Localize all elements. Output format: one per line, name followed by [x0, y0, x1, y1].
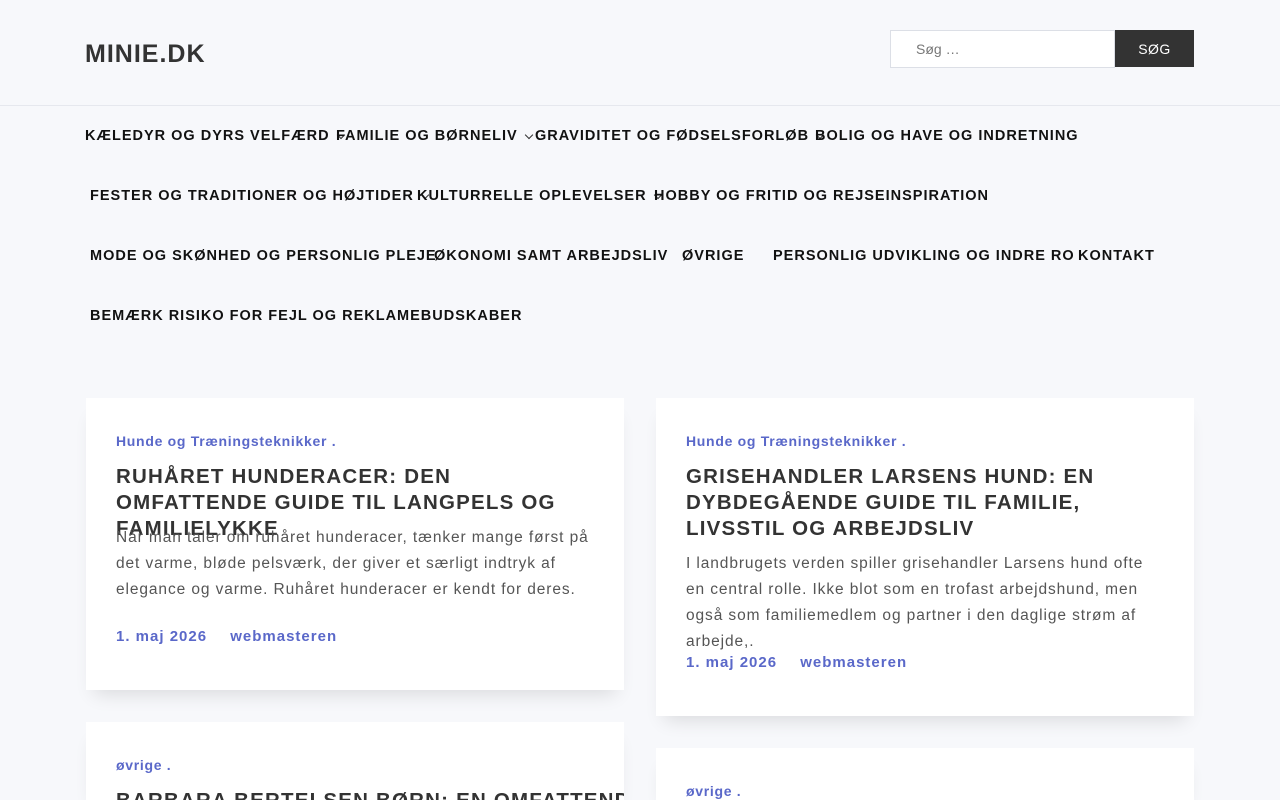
post-excerpt: I landbrugets verden spiller grisehandle…	[686, 555, 1144, 650]
post-meta: 1. maj 2026 webmasteren	[686, 654, 925, 671]
post-meta: 1. maj 2026 webmasteren	[116, 628, 355, 645]
nav-item-mode[interactable]: MODE OG SKØNHED OG PERSONLIG PLEJE	[90, 248, 437, 264]
post-category-link[interactable]: Hunde og Træningsteknikker .	[686, 433, 906, 449]
post-card: Hunde og Træningsteknikker . GRISEHANDLE…	[656, 398, 1194, 716]
nav-item-label: ØKONOMI SAMT ARBEJDSLIV	[434, 248, 669, 264]
nav-item-label: GRAVIDITET OG FØDSELSFORLØB	[535, 128, 810, 144]
nav-item-kontakt[interactable]: KONTAKT	[1078, 248, 1155, 264]
chevron-down-icon	[524, 130, 533, 139]
post-author-link[interactable]: webmasteren	[800, 654, 907, 671]
nav-item-graviditet[interactable]: GRAVIDITET OG FØDSELSFORLØB	[535, 128, 825, 144]
nav-item-label: HOBBY OG FRITID OG REJSEINSPIRATION	[654, 188, 989, 204]
nav-item-label: ØVRIGE	[682, 248, 745, 264]
nav-item-ovrige[interactable]: ØVRIGE	[682, 248, 744, 264]
nav-item-hobby[interactable]: HOBBY OG FRITID OG REJSEINSPIRATION	[654, 188, 989, 204]
search-button[interactable]: SØG	[1115, 30, 1194, 67]
post-category-link[interactable]: øvrige .	[686, 783, 741, 799]
post-date-link[interactable]: 1. maj 2026	[686, 654, 777, 671]
post-category-link[interactable]: Hunde og Træningsteknikker .	[116, 433, 336, 449]
post-date-link[interactable]: 1. maj 2026	[116, 628, 207, 645]
post-card: øvrige .	[656, 748, 1194, 800]
nav-item-label: KÆLEDYR OG DYRS VELFÆRD	[85, 128, 330, 144]
post-category-link[interactable]: øvrige .	[116, 757, 171, 773]
nav-item-label: FESTER OG TRADITIONER OG HØJTIDER	[90, 188, 414, 204]
site-header: MINIE.DK SØG	[0, 0, 1280, 106]
post-card: øvrige . BARBARA BERTELSEN BØRN: EN OMFA…	[86, 722, 624, 800]
search-input[interactable]	[890, 30, 1115, 68]
site-title[interactable]: MINIE.DK	[85, 40, 206, 69]
nav-item-fester[interactable]: FESTER OG TRADITIONER OG HØJTIDER	[90, 188, 430, 204]
post-excerpt: Når man taler om ruhåret hunderacer, tæn…	[116, 529, 589, 598]
nav-item-bemaerk[interactable]: BEMÆRK RISIKO FOR FEJL OG REKLAMEBUDSKAB…	[90, 308, 522, 324]
nav-item-label: BOLIG OG HAVE OG INDRETNING	[815, 128, 1079, 144]
nav-item-kultur[interactable]: KULTURRELLE OPLEVELSER	[417, 188, 662, 204]
nav-item-label: BEMÆRK RISIKO FOR FEJL OG REKLAMEBUDSKAB…	[90, 308, 523, 324]
post-card: Hunde og Træningsteknikker . RUHÅRET HUN…	[86, 398, 624, 690]
main-menu: KÆLEDYR OG DYRS VELFÆRD FAMILIE OG BØRNE…	[0, 106, 1280, 376]
nav-item-familie[interactable]: FAMILIE OG BØRNELIV	[336, 128, 533, 144]
search-form: SØG	[890, 30, 1194, 68]
nav-item-label: PERSONLIG UDVIKLING OG INDRE RO	[773, 248, 1075, 264]
nav-item-label: KONTAKT	[1078, 248, 1155, 264]
nav-item-label: KULTURRELLE OPLEVELSER	[417, 188, 647, 204]
nav-item-label: MODE OG SKØNHED OG PERSONLIG PLEJE	[90, 248, 437, 264]
nav-item-bolig[interactable]: BOLIG OG HAVE OG INDRETNING	[815, 128, 1079, 144]
nav-item-personlig[interactable]: PERSONLIG UDVIKLING OG INDRE RO	[773, 248, 1075, 264]
nav-item-label: FAMILIE OG BØRNELIV	[336, 128, 518, 144]
nav-item-okonomi[interactable]: ØKONOMI SAMT ARBEJDSLIV	[434, 248, 668, 264]
post-title[interactable]: GRISEHANDLER LARSENS HUND: EN DYBDEGÅEND…	[686, 464, 1164, 542]
post-title[interactable]: BARBARA BERTELSEN BØRN: EN OMFATTENDE	[116, 788, 624, 800]
nav-item-kaeledyr[interactable]: KÆLEDYR OG DYRS VELFÆRD	[85, 128, 345, 144]
post-author-link[interactable]: webmasteren	[230, 628, 337, 645]
